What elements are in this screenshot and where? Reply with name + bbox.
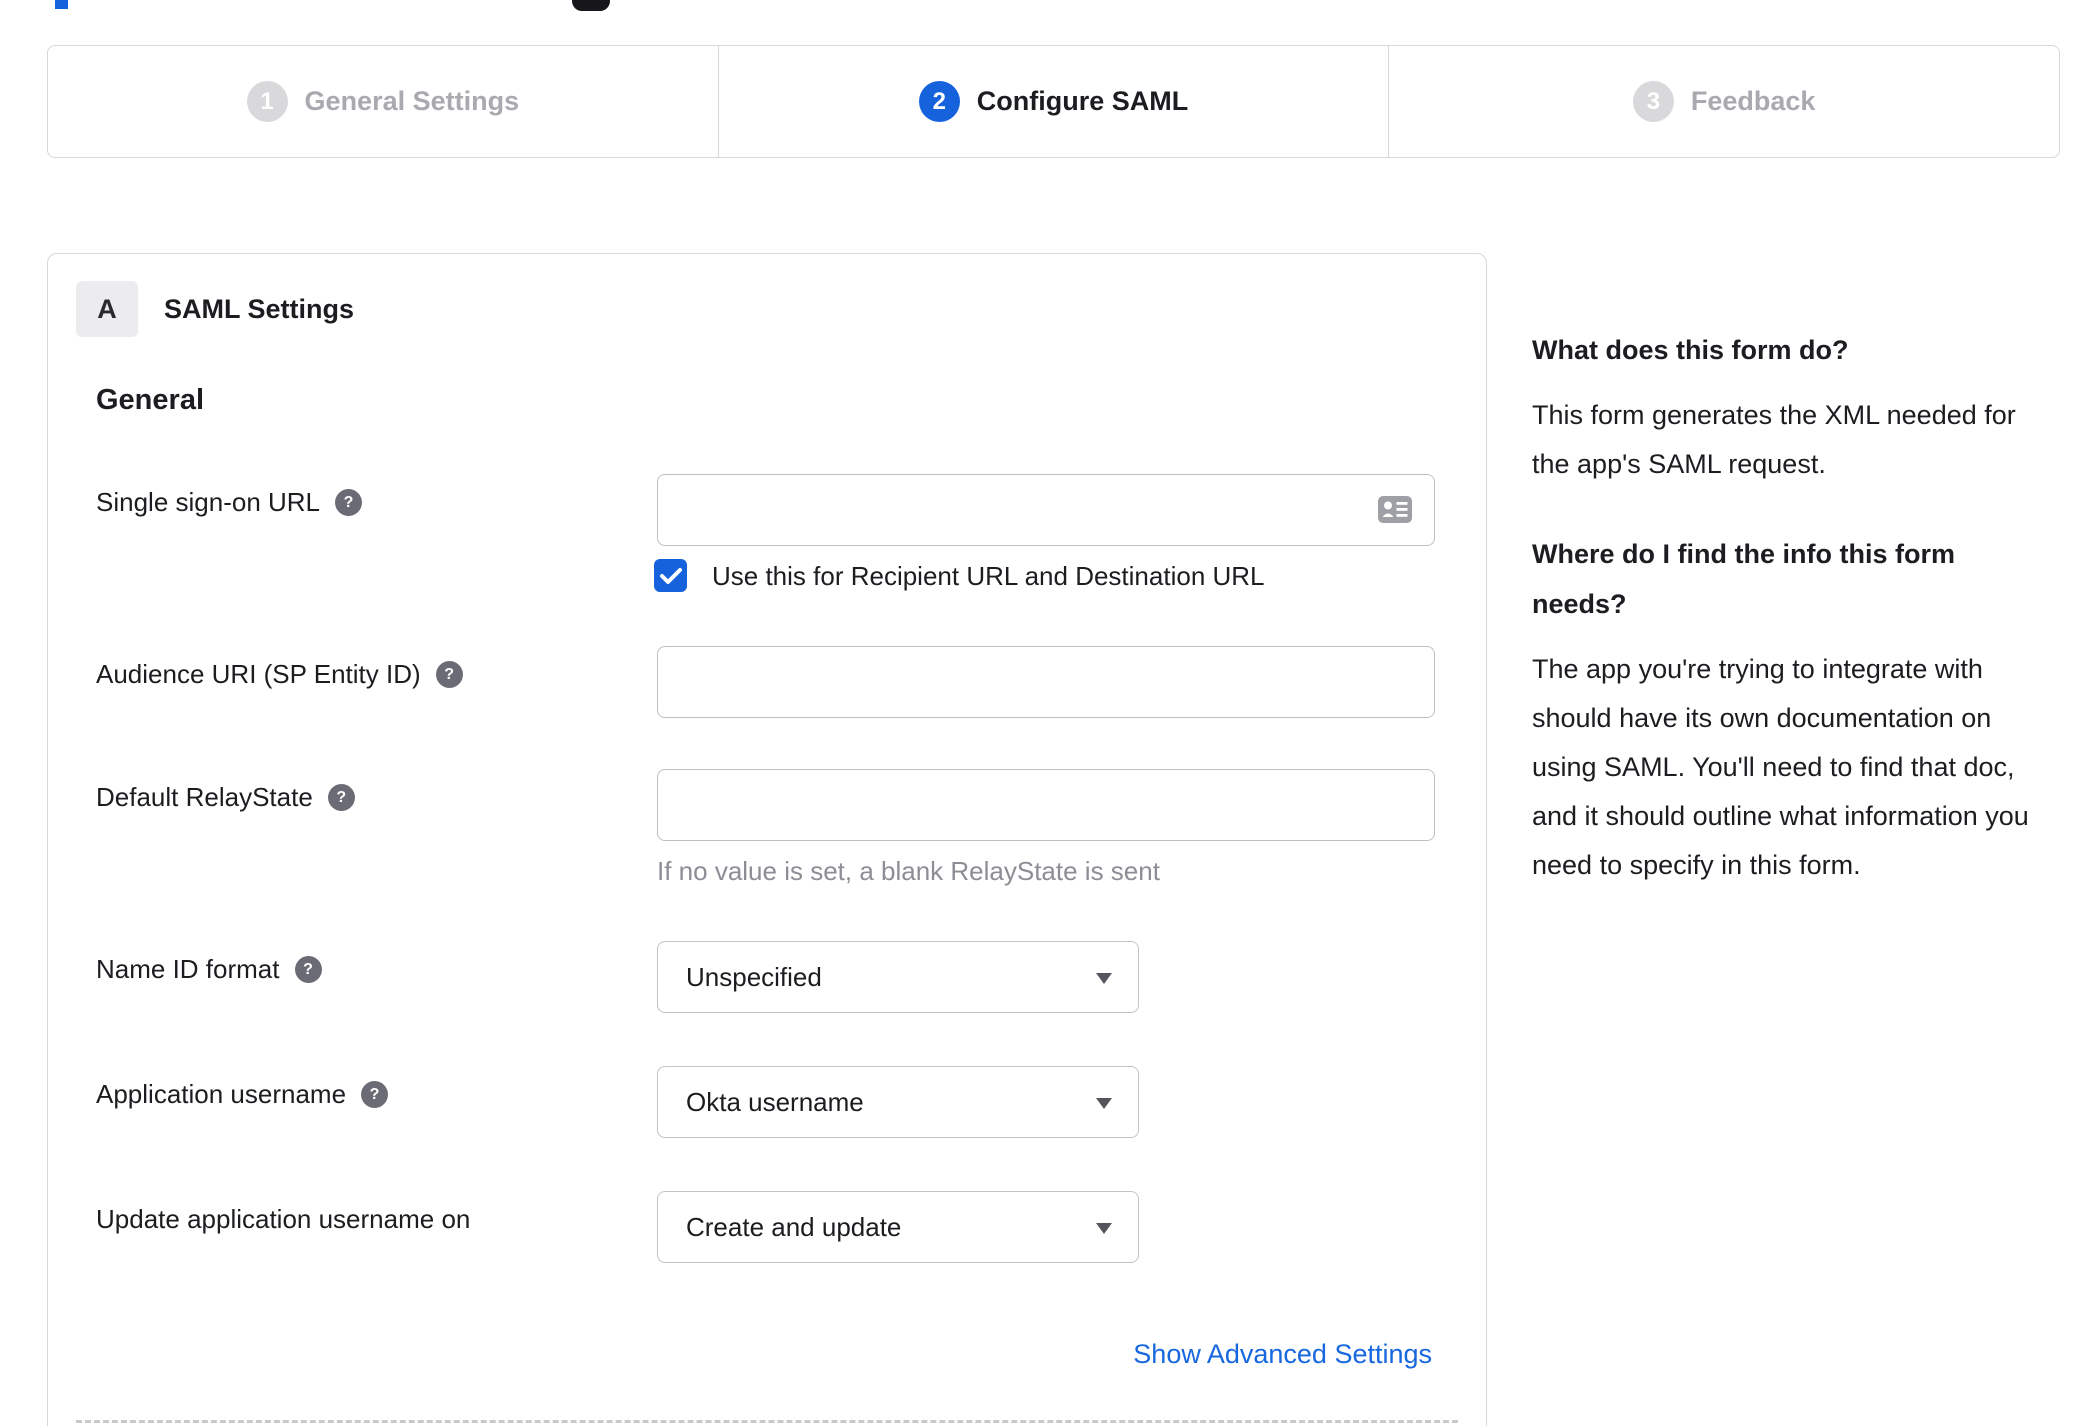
- sidebar-heading-where: Where do I find the info this form needs…: [1532, 539, 1955, 619]
- top-edge-blue-fragment: [55, 0, 68, 9]
- default-relaystate-label: Default RelayState ?: [96, 782, 355, 813]
- wizard-stepper: 1 General Settings 2 Configure SAML 3 Fe…: [47, 45, 2060, 158]
- section-dashed-divider: [76, 1420, 1458, 1423]
- audience-uri-label: Audience URI (SP Entity ID) ?: [96, 659, 463, 690]
- name-id-format-label: Name ID format ?: [96, 954, 322, 985]
- sidebar-body-what: This form generates the XML needed for t…: [1532, 400, 2016, 479]
- help-icon[interactable]: ?: [435, 661, 463, 688]
- help-icon[interactable]: ?: [361, 1081, 389, 1108]
- recipient-url-checkbox[interactable]: [654, 559, 687, 592]
- step-number-badge: 2: [918, 81, 960, 122]
- checkmark-icon: [659, 567, 682, 584]
- section-a-badge: A: [76, 281, 138, 337]
- help-sidebar: What does this form do? This form genera…: [1532, 325, 2056, 930]
- step-configure-saml[interactable]: 2 Configure SAML: [717, 46, 1389, 157]
- help-icon[interactable]: ?: [335, 489, 363, 516]
- chevron-down-icon: [1096, 973, 1112, 984]
- step-label: Feedback: [1690, 86, 1816, 116]
- relaystate-helper-text: If no value is set, a blank RelayState i…: [657, 856, 1160, 886]
- sso-url-input[interactable]: [657, 474, 1435, 546]
- update-app-username-select[interactable]: Create and update: [657, 1191, 1139, 1263]
- step-label: Configure SAML: [976, 86, 1189, 116]
- step-label: General Settings: [304, 86, 520, 116]
- application-username-select[interactable]: Okta username: [657, 1066, 1139, 1138]
- step-general-settings[interactable]: 1 General Settings: [48, 46, 718, 157]
- show-advanced-settings-link[interactable]: Show Advanced Settings: [1133, 1339, 1432, 1370]
- saml-settings-panel: A SAML Settings General Single sign-on U…: [47, 253, 1487, 1426]
- general-group-heading: General: [96, 384, 204, 416]
- default-relaystate-input[interactable]: [657, 769, 1435, 841]
- sidebar-heading-what: What does this form do?: [1532, 335, 1849, 365]
- name-id-format-select[interactable]: Unspecified: [657, 941, 1139, 1013]
- sso-url-label: Single sign-on URL ?: [96, 487, 363, 518]
- step-number-badge: 3: [1632, 81, 1674, 122]
- section-title: SAML Settings: [164, 294, 355, 324]
- application-username-label: Application username ?: [96, 1079, 389, 1110]
- update-app-username-label: Update application username on: [96, 1204, 471, 1234]
- contact-card-icon[interactable]: [1378, 496, 1412, 528]
- chevron-down-icon: [1096, 1223, 1112, 1234]
- help-icon[interactable]: ?: [294, 956, 322, 983]
- recipient-checkbox-label: Use this for Recipient URL and Destinati…: [712, 561, 1265, 591]
- help-icon[interactable]: ?: [327, 784, 355, 811]
- step-feedback[interactable]: 3 Feedback: [1388, 46, 2059, 157]
- top-edge-dark-fragment: [572, 0, 610, 11]
- audience-uri-input[interactable]: [657, 646, 1435, 718]
- chevron-down-icon: [1096, 1098, 1112, 1109]
- sidebar-body-where: The app you're trying to integrate with …: [1532, 654, 2029, 880]
- step-number-badge: 1: [246, 81, 288, 122]
